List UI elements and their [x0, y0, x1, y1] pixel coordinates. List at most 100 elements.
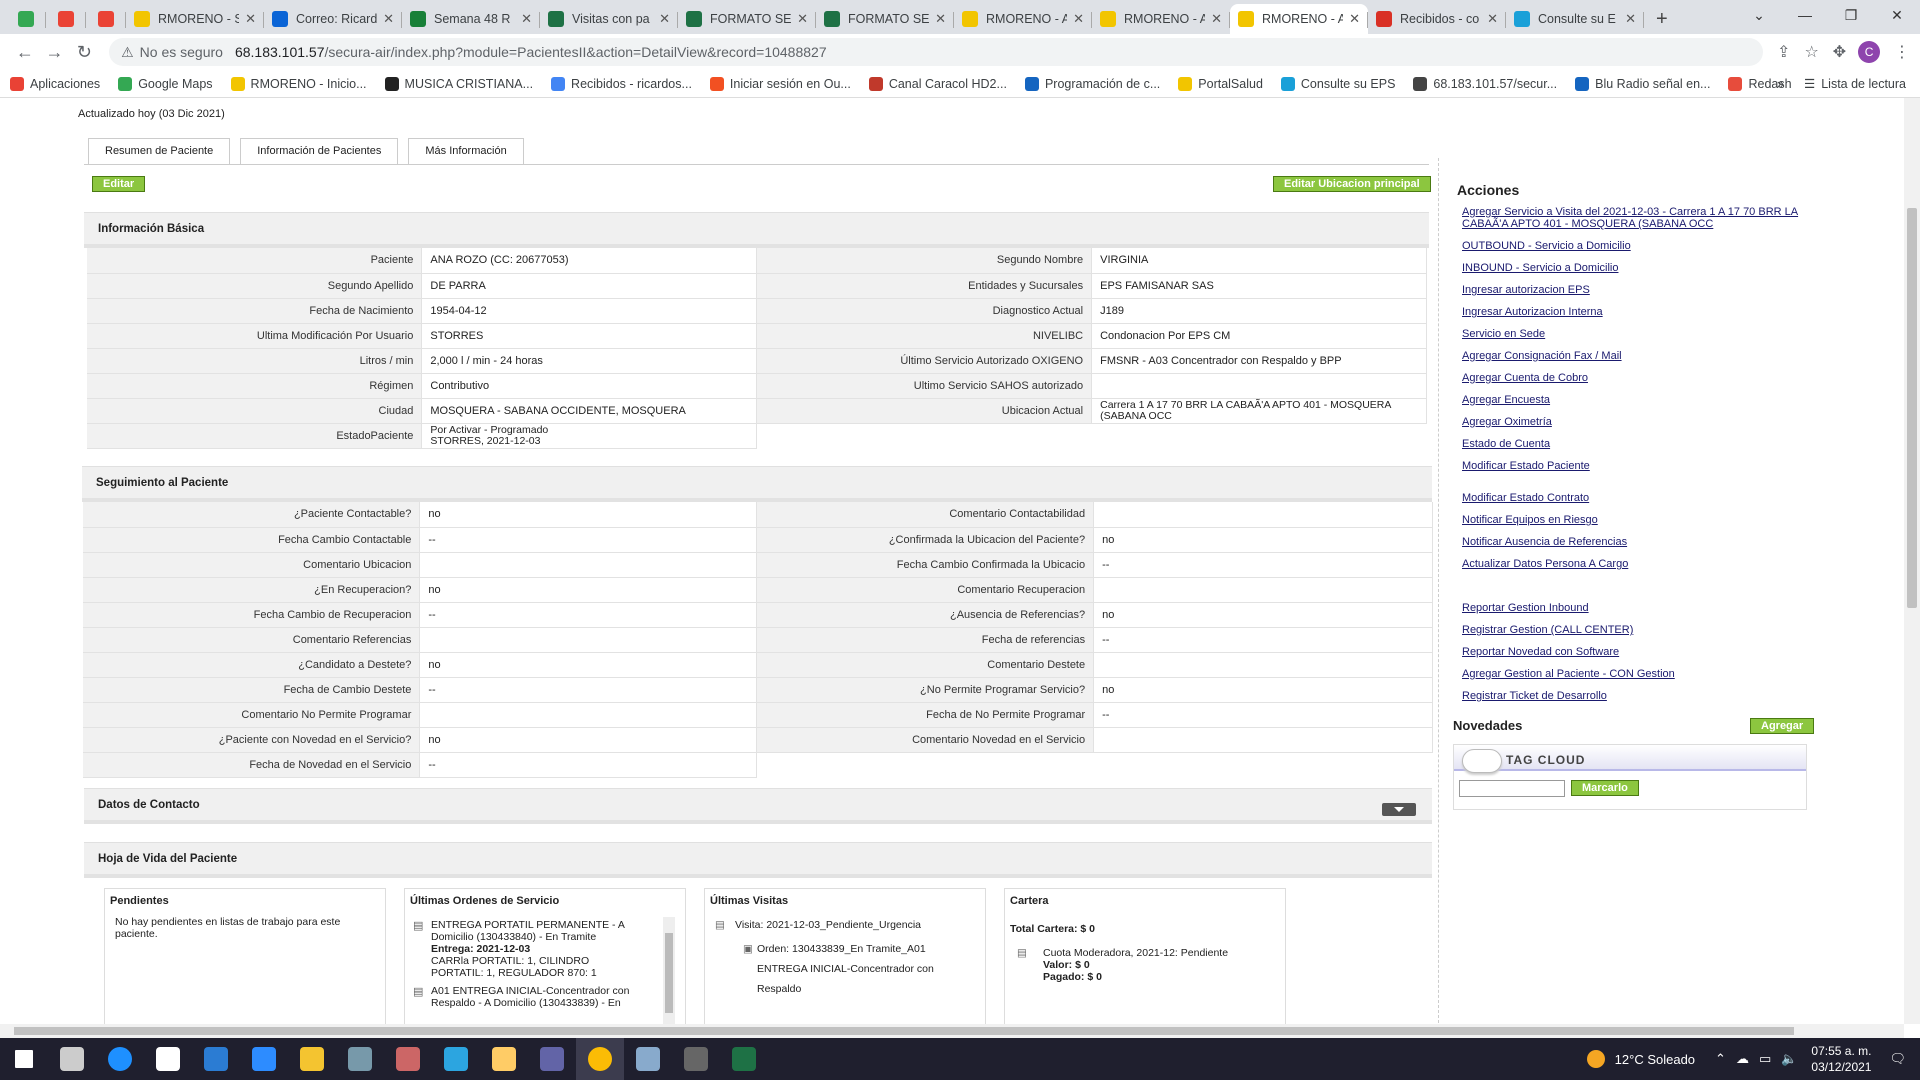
browser-tab[interactable] [46, 4, 86, 34]
more-bookmarks-icon[interactable]: » [1777, 77, 1784, 91]
browser-tab[interactable]: Correo: Ricard ✕ [264, 4, 402, 34]
browser-tab[interactable]: RMORENO - A ✕ [1092, 4, 1230, 34]
minimize-icon[interactable]: — [1782, 0, 1828, 30]
browser-tab[interactable] [86, 4, 126, 34]
bookmark-item[interactable]: Iniciar sesión en Ou... [709, 76, 851, 91]
menu-icon[interactable]: ⋮ [1894, 42, 1910, 62]
accion-link[interactable]: Reportar Novedad con Software [1462, 646, 1812, 658]
visita-text[interactable]: Visita: 2021-12-03_Pendiente_Urgencia [735, 919, 921, 931]
horizontal-scrollbar[interactable] [0, 1024, 1904, 1038]
accion-link[interactable]: Servicio en Sede [1462, 328, 1812, 340]
reload-icon[interactable]: ↻ [69, 42, 99, 63]
accion-link[interactable]: OUTBOUND - Servicio a Domicilio [1462, 240, 1812, 252]
extensions-icon[interactable]: ✥ [1833, 42, 1846, 62]
bookmark-item[interactable]: MUSICA CRISTIANA... [384, 76, 533, 91]
taskbar-app[interactable] [720, 1038, 768, 1080]
taskbar-app[interactable] [480, 1038, 528, 1080]
cartera-cuota[interactable]: Cuota Moderadora, 2021-12: Pendiente [1043, 947, 1228, 959]
bookmark-item[interactable]: Canal Caracol HD2... [868, 76, 1007, 91]
browser-tab[interactable]: FORMATO SE ✕ [816, 4, 954, 34]
bookmark-item[interactable]: Programación de c... [1024, 76, 1160, 91]
close-tab-icon[interactable]: ✕ [1625, 11, 1636, 27]
close-tab-icon[interactable]: ✕ [383, 11, 394, 27]
taskbar-app[interactable] [144, 1038, 192, 1080]
bookmark-item[interactable]: Blu Radio señal en... [1575, 76, 1710, 91]
browser-tab[interactable]: Consulte su E ✕ [1506, 4, 1644, 34]
bookmark-item[interactable]: PortalSalud [1178, 76, 1263, 91]
accion-link[interactable]: Agregar Gestion al Paciente - CON Gestio… [1462, 668, 1812, 680]
accion-link[interactable]: Actualizar Datos Persona A Cargo [1462, 558, 1812, 570]
tab-mas-informacion[interactable]: Más Información [408, 138, 524, 165]
vertical-scrollbar[interactable] [1904, 98, 1920, 1024]
accion-link[interactable]: Agregar Consignación Fax / Mail [1462, 350, 1812, 362]
tag-input[interactable] [1459, 780, 1565, 797]
tab-search-icon[interactable]: ⌄ [1736, 0, 1782, 30]
taskbar-app[interactable] [48, 1038, 96, 1080]
onedrive-icon[interactable]: ☁ [1736, 1051, 1749, 1067]
accion-link[interactable]: Modificar Estado Contrato [1462, 492, 1812, 504]
close-tab-icon[interactable]: ✕ [1349, 11, 1360, 27]
restore-icon[interactable]: ❐ [1828, 0, 1874, 30]
taskbar-app[interactable] [672, 1038, 720, 1080]
close-tab-icon[interactable]: ✕ [797, 11, 808, 27]
profile-avatar[interactable]: C [1858, 41, 1880, 63]
taskbar-app[interactable] [240, 1038, 288, 1080]
agregar-button[interactable]: Agregar [1750, 718, 1815, 734]
accion-link[interactable]: Ingresar Autorizacion Interna [1462, 306, 1812, 318]
share-icon[interactable]: ⇪ [1777, 42, 1790, 62]
browser-tab[interactable]: RMORENO - A ✕ [954, 4, 1092, 34]
taskbar-app[interactable] [624, 1038, 672, 1080]
visita-orden[interactable]: Orden: 130433839_En Tramite_A01 ENTREGA … [757, 939, 967, 999]
orden-1-text[interactable]: ENTREGA PORTATIL PERMANENTE - A Domicili… [431, 919, 641, 943]
marcarlo-button[interactable]: Marcarlo [1571, 780, 1639, 796]
browser-tab[interactable]: Visitas con pa ✕ [540, 4, 678, 34]
bookmark-item[interactable]: Consulte su EPS [1280, 76, 1395, 91]
accion-link[interactable]: Modificar Estado Paciente [1462, 460, 1812, 472]
taskbar-app[interactable] [0, 1038, 48, 1080]
expand-contacto-icon[interactable] [1382, 803, 1416, 816]
accion-link[interactable]: Estado de Cuenta [1462, 438, 1812, 450]
new-tab-icon[interactable]: + [1644, 4, 1680, 34]
accion-link[interactable]: Notificar Ausencia de Referencias [1462, 536, 1812, 548]
taskbar-app[interactable] [384, 1038, 432, 1080]
taskbar-app[interactable] [192, 1038, 240, 1080]
bookmark-item[interactable]: RMORENO - Inicio... [230, 76, 367, 91]
star-icon[interactable]: ☆ [1804, 42, 1818, 62]
clock[interactable]: 07:55 a. m. 03/12/2021 [1811, 1043, 1871, 1075]
bookmark-item[interactable]: Recibidos - ricardos... [551, 76, 692, 91]
volume-icon[interactable]: 🔈 [1781, 1051, 1797, 1067]
chevron-up-icon[interactable]: ⌃ [1715, 1051, 1726, 1067]
accion-link[interactable]: Agregar Oximetría [1462, 416, 1812, 428]
orden-2-text[interactable]: A01 ENTREGA INICIAL-Concentrador con Res… [431, 985, 641, 1009]
notifications-icon[interactable]: 🗨 [1889, 1051, 1906, 1067]
accion-link[interactable]: Agregar Servicio a Visita del 2021-12-03… [1462, 206, 1812, 230]
close-tab-icon[interactable]: ✕ [935, 11, 946, 27]
accion-link[interactable]: Reportar Gestion Inbound [1462, 602, 1812, 614]
taskbar-app[interactable] [576, 1038, 624, 1080]
close-tab-icon[interactable]: ✕ [1211, 11, 1222, 27]
accion-link[interactable]: Registrar Gestion (CALL CENTER) [1462, 624, 1812, 636]
url-input[interactable]: ⚠ No es seguro 68.183.101.57 /secura-air… [109, 38, 1764, 66]
browser-tab[interactable]: Semana 48 R ✕ [402, 4, 540, 34]
close-tab-icon[interactable]: ✕ [659, 11, 670, 27]
taskbar-app[interactable] [96, 1038, 144, 1080]
close-window-icon[interactable]: ✕ [1874, 0, 1920, 30]
network-icon[interactable]: ▭ [1759, 1051, 1771, 1067]
close-tab-icon[interactable]: ✕ [1487, 11, 1498, 27]
accion-link[interactable]: Notificar Equipos en Riesgo [1462, 514, 1812, 526]
taskbar-app[interactable] [336, 1038, 384, 1080]
browser-tab[interactable]: RMORENO - S ✕ [126, 4, 264, 34]
accion-link[interactable]: Agregar Encuesta [1462, 394, 1812, 406]
edit-ubicacion-button[interactable]: Editar Ubicacion principal [1273, 176, 1431, 192]
accion-link[interactable]: Ingresar autorizacion EPS [1462, 284, 1812, 296]
taskbar-app[interactable] [528, 1038, 576, 1080]
edit-button[interactable]: Editar [92, 176, 146, 192]
taskbar-app[interactable] [288, 1038, 336, 1080]
bookmark-item[interactable]: Google Maps [118, 76, 213, 91]
browser-tab[interactable]: Recibidos - co ✕ [1368, 4, 1506, 34]
tab-informacion[interactable]: Información de Pacientes [240, 138, 399, 165]
accion-link[interactable]: INBOUND - Servicio a Domicilio [1462, 262, 1812, 274]
browser-tab[interactable] [6, 4, 46, 34]
weather-text[interactable]: 12°C Soleado [1615, 1052, 1695, 1067]
close-tab-icon[interactable]: ✕ [245, 11, 256, 27]
